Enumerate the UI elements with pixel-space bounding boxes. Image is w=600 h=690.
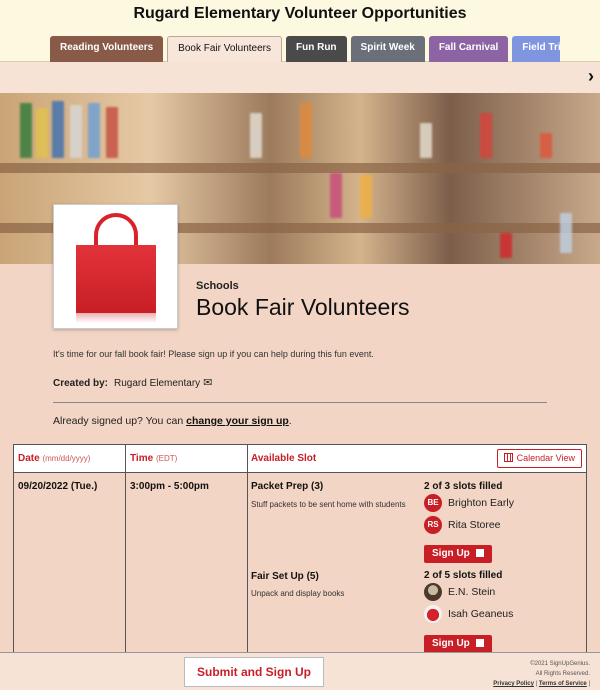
volunteer-name: E.N. Stein — [448, 585, 496, 598]
table-header: Date (mm/dd/yyyy) Time (EDT) Available S… — [14, 445, 586, 473]
volunteer-name: Rita Storee — [448, 518, 501, 531]
event-category: Schools — [196, 280, 239, 292]
tab-bar: Reading Volunteers Book Fair Volunteers Fu… — [50, 36, 560, 62]
volunteer-entry: BE Brighton Early — [424, 494, 514, 512]
sign-up-button[interactable]: Sign Up — [424, 635, 492, 653]
checkbox-icon — [475, 639, 484, 647]
volunteer-entry: RS Rita Storee — [424, 516, 501, 534]
slot-name: Packet Prep (3) — [251, 481, 324, 492]
footer: Submit and Sign Up ©2021 SignUpGenius. A… — [0, 652, 600, 690]
chevron-right-icon[interactable]: › — [588, 66, 594, 87]
slot-filled-count: 2 of 5 slots filled — [424, 570, 503, 581]
privacy-policy-link[interactable]: Privacy Policy — [493, 681, 534, 687]
divider — [53, 402, 547, 403]
created-by-label: Created by: — [53, 378, 109, 389]
slot-name: Fair Set Up (5) — [251, 571, 319, 582]
row-date: 09/20/2022 (Tue.) — [18, 481, 98, 492]
page-title: Book Fair Volunteers — [196, 294, 410, 320]
created-by: Created by: Rugard Elementary ✉ — [53, 376, 212, 389]
copyright: ©2021 SignUpGenius. — [530, 661, 590, 667]
tab-fall-carnival[interactable]: Fall Carnival — [428, 36, 509, 62]
tab-spirit-week[interactable]: Spirit Week — [350, 36, 425, 62]
calendar-view-button[interactable]: Calendar View — [496, 449, 582, 468]
tab-fun-run[interactable]: Fun Run — [286, 36, 347, 62]
sign-up-button[interactable]: Sign Up — [424, 545, 492, 563]
rights: All Rights Reserved. — [535, 671, 590, 677]
legal-links: Privacy Policy | Terms of Service | — [493, 681, 590, 687]
already-suffix: . — [288, 415, 292, 427]
calendar-icon — [503, 453, 513, 462]
slot-description: Unpack and display books — [251, 589, 345, 598]
apple-icon — [424, 605, 442, 623]
volunteer-entry: E.N. Stein — [424, 583, 495, 601]
col-divider — [125, 445, 126, 653]
volunteer-entry: Isah Geaneus — [424, 605, 513, 623]
tab-field-trip-chaperones[interactable]: Field Trip Chaperones — [512, 36, 560, 62]
already-text: Already signed up? You can — [53, 415, 187, 427]
event-description: It's time for our fall book fair! Please… — [53, 349, 374, 359]
slot-header: Available Slot — [251, 453, 317, 464]
slot-description: Stuff packets to be sent home with stude… — [251, 500, 406, 509]
time-header: Time (EDT) — [130, 453, 178, 464]
avatar: RS — [424, 516, 442, 534]
site-title: Rugard Elementary Volunteer Opportunitie… — [133, 5, 467, 22]
site-header: Rugard Elementary Volunteer Opportunitie… — [0, 0, 600, 62]
volunteer-name: Brighton Early — [448, 496, 514, 509]
volunteer-name: Isah Geaneus — [448, 607, 514, 620]
col-divider — [247, 445, 248, 653]
tab-strip: › — [0, 62, 600, 93]
event-thumbnail — [53, 204, 178, 329]
avatar — [424, 583, 442, 601]
tab-reading-volunteers[interactable]: Reading Volunteers — [50, 36, 164, 62]
already-signed-up: Already signed up? You can change your s… — [53, 415, 292, 427]
submit-and-sign-up-button[interactable]: Submit and Sign Up — [184, 657, 324, 687]
mail-icon[interactable]: ✉ — [203, 376, 212, 389]
checkbox-icon — [475, 549, 484, 557]
terms-link[interactable]: Terms of Service — [539, 681, 587, 687]
row-time: 3:00pm - 5:00pm — [130, 481, 209, 492]
avatar: BE — [424, 494, 442, 512]
slot-filled-count: 2 of 3 slots filled — [424, 481, 503, 492]
tab-book-fair-volunteers[interactable]: Book Fair Volunteers — [167, 36, 282, 62]
slots-table: Date (mm/dd/yyyy) Time (EDT) Available S… — [13, 444, 587, 654]
change-signup-link[interactable]: change your sign up — [186, 415, 289, 427]
legal-info: ©2021 SignUpGenius. All Rights Reserved.… — [493, 659, 590, 689]
date-header: Date (mm/dd/yyyy) — [18, 453, 91, 464]
created-by-name: Rugard Elementary — [114, 378, 201, 389]
